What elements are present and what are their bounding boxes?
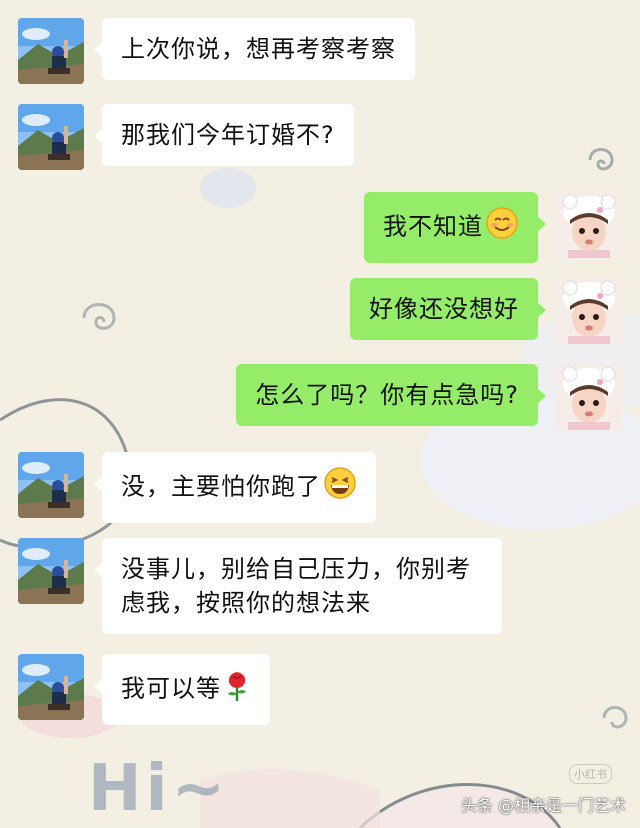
message-row: 我不知道 <box>364 192 622 263</box>
contact-avatar[interactable] <box>18 104 84 170</box>
grin-emoji-icon <box>323 466 357 509</box>
message-text: 没，主要怕你跑了 <box>121 472 321 501</box>
message-text: 没事儿，别给自己压力，你别考虑我，按照你的想法来 <box>121 555 471 617</box>
received-message-bubble[interactable]: 没事儿，别给自己压力，你别考虑我，按照你的想法来 <box>94 538 502 634</box>
message-text: 怎么了吗？你有点急吗? <box>255 381 519 409</box>
sent-message-bubble[interactable]: 我不知道 <box>364 192 546 263</box>
sent-message-bubble[interactable]: 好像还没想好 <box>350 278 546 340</box>
message-text: 那我们今年订婚不? <box>121 121 335 149</box>
contact-avatar[interactable] <box>18 654 84 720</box>
rose-emoji-icon <box>223 668 251 711</box>
message-row: 没事儿，别给自己压力，你别考虑我，按照你的想法来 <box>18 538 502 634</box>
message-row: 我可以等 <box>18 654 270 725</box>
message-row: 好像还没想好 <box>350 278 622 344</box>
message-text: 我可以等 <box>121 674 221 703</box>
message-row: 上次你说，想再考察考察 <box>18 18 415 84</box>
message-text: 好像还没想好 <box>369 295 519 323</box>
my-avatar[interactable] <box>556 192 622 258</box>
message-text: 上次你说，想再考察考察 <box>121 35 396 63</box>
received-message-bubble[interactable]: 上次你说，想再考察考察 <box>94 18 415 80</box>
contact-avatar[interactable] <box>18 18 84 84</box>
my-avatar[interactable] <box>556 364 622 430</box>
message-row: 没，主要怕你跑了 <box>18 452 376 523</box>
message-row: 那我们今年订婚不? <box>18 104 354 170</box>
sent-message-bubble[interactable]: 怎么了吗？你有点急吗? <box>236 364 546 426</box>
background-stamp: 小红书 <box>569 764 612 784</box>
smile-blush-emoji-icon <box>485 206 519 249</box>
my-avatar[interactable] <box>556 278 622 344</box>
background-greeting: Hi~ <box>88 752 230 826</box>
received-message-bubble[interactable]: 没，主要怕你跑了 <box>94 452 376 523</box>
message-row: 怎么了吗？你有点急吗? <box>236 364 622 430</box>
message-text: 我不知道 <box>383 212 483 241</box>
received-message-bubble[interactable]: 那我们今年订婚不? <box>94 104 354 166</box>
received-message-bubble[interactable]: 我可以等 <box>94 654 270 725</box>
contact-avatar[interactable] <box>18 452 84 518</box>
contact-avatar[interactable] <box>18 538 84 604</box>
watermark: 头条 @相亲是一门艺术 <box>460 796 626 815</box>
